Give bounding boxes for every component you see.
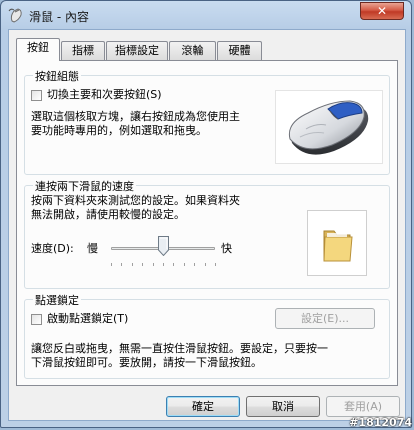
speed-slider-thumb[interactable] <box>158 236 169 256</box>
click-lock-description-line2: 下滑鼠按鈕即可。要放開，請按一下滑鼠按鈕。 <box>31 356 262 369</box>
tab-pointer-options[interactable]: 指標設定 <box>106 41 168 60</box>
speed-slider-tick <box>163 263 164 266</box>
test-folder-area[interactable] <box>307 210 367 276</box>
tab-hardware[interactable]: 硬體 <box>217 41 262 60</box>
swap-description-line2: 要功能時專用的，例如選取和拖曳。 <box>31 124 207 137</box>
speed-slider-tick <box>121 263 123 266</box>
dialog-client-area: 按鈕 指標 指標設定 滾輪 硬體 按鈕組態 切換主要和次要按鈕(S) 選取這個核… <box>8 29 406 421</box>
close-button[interactable]: ✕ <box>360 2 404 20</box>
mouse-illustration-icon <box>288 100 369 155</box>
tab-pointers[interactable]: 指標 <box>61 41 105 60</box>
speed-label: 速度(D): <box>31 242 74 255</box>
window-title: 滑鼠 - 內容 <box>29 10 89 24</box>
watermark-text: #1812074 <box>349 416 412 429</box>
button-config-group: 按鈕組態 切換主要和次要按鈕(S) 選取這個核取方塊，讓右按鈕成為您使用主 要功… <box>24 68 390 175</box>
speed-slider-tick <box>204 263 206 266</box>
click-lock-title: 點選鎖定 <box>33 292 81 308</box>
cancel-button[interactable]: 取消 <box>246 396 320 417</box>
double-click-description-line2: 無法開啟，請使用較慢的設定。 <box>31 208 185 221</box>
fast-label: 快 <box>221 242 232 255</box>
speed-slider-tick <box>111 263 112 266</box>
click-lock-description-line1: 讓您反白或拖曳，無需一直按住滑鼠按鈕。要設定，只要按一 <box>31 342 328 355</box>
speed-slider-tick <box>183 263 185 266</box>
mouse-properties-window: 滑鼠 - 內容 ✕ 按鈕 指標 指標設定 滾輪 硬體 按鈕組態 切換主要和次要按… <box>0 0 412 428</box>
swap-buttons-label[interactable]: 切換主要和次要按鈕(S) <box>47 88 162 102</box>
speed-slider-tick <box>142 263 144 266</box>
mouse-illustration <box>275 90 383 164</box>
apply-button[interactable]: 套用(A) <box>326 396 400 417</box>
speed-slider-tick <box>194 263 196 266</box>
click-lock-settings-button[interactable]: 設定(E)... <box>275 308 375 329</box>
speed-slider-tick <box>131 263 133 266</box>
tab-wheel[interactable]: 滾輪 <box>169 41 216 60</box>
click-lock-group: 點選鎖定 啟動點選鎖定(T) 設定(E)... 讓您反白或拖曳，無需一直按住滑鼠… <box>24 292 390 379</box>
speed-slider-tick <box>152 263 154 266</box>
slow-label: 慢 <box>87 242 98 255</box>
ok-button[interactable]: 確定 <box>166 396 240 417</box>
mouse-icon <box>8 8 22 23</box>
speed-slider-tick <box>215 263 216 266</box>
double-click-title: 連按兩下滑鼠的速度 <box>33 178 136 194</box>
swap-description-line1: 選取這個核取方塊，讓右按鈕成為您使用主 <box>31 110 240 123</box>
double-click-group: 連按兩下滑鼠的速度 按兩下資料夾來測試您的設定。如果資料夾 無法開啟，請使用較慢… <box>24 178 390 289</box>
title-bar[interactable]: 滑鼠 - 內容 ✕ <box>1 1 411 29</box>
tab-panel-buttons: 按鈕組態 切換主要和次要按鈕(S) 選取這個核取方塊，讓右按鈕成為您使用主 要功… <box>16 60 398 386</box>
button-config-title: 按鈕組態 <box>33 68 81 84</box>
click-lock-label[interactable]: 啟動點選鎖定(T) <box>47 312 128 326</box>
tab-buttons[interactable]: 按鈕 <box>16 38 60 61</box>
click-lock-checkbox[interactable] <box>31 314 42 325</box>
speed-slider-tick <box>173 263 175 266</box>
folder-icon[interactable] <box>308 211 366 275</box>
double-click-description-line1: 按兩下資料夾來測試您的設定。如果資料夾 <box>31 194 240 207</box>
swap-buttons-checkbox[interactable] <box>31 90 42 101</box>
